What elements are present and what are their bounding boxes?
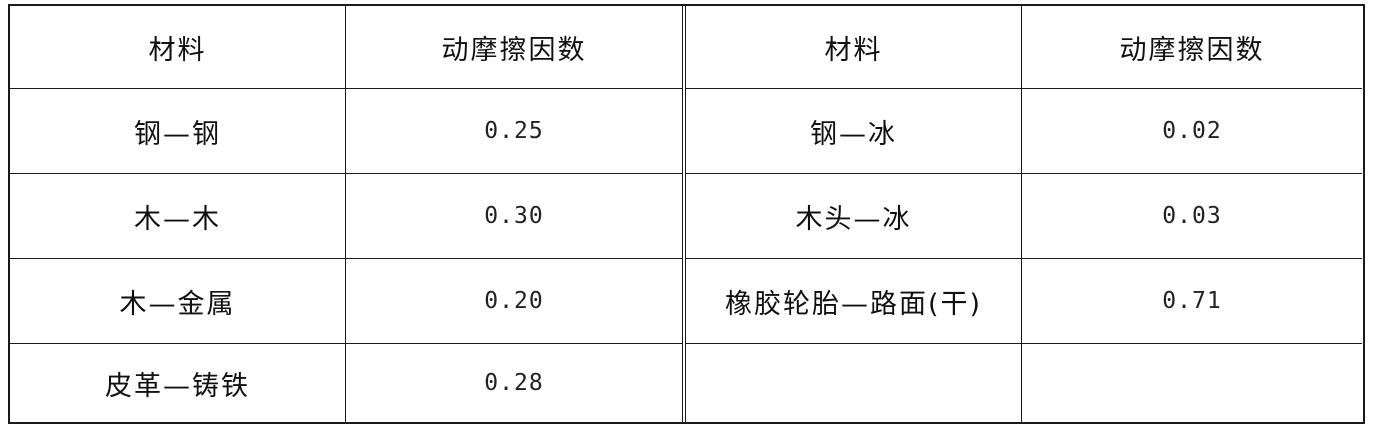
- table-cell-material: 木—金属: [10, 259, 346, 344]
- table-cell-coefficient: 0.71: [1022, 259, 1362, 344]
- table-cell-material: 钢—钢: [10, 89, 346, 174]
- table-cell-material: 钢—冰: [686, 89, 1022, 174]
- table-cell-coefficient: 0.20: [346, 259, 683, 344]
- header-coefficient-left: 动摩擦因数: [346, 6, 683, 89]
- table-cell-coefficient: 0.02: [1022, 89, 1362, 174]
- table-cell-material: 皮革—铸铁: [10, 344, 346, 422]
- table-cell-material: 木头—冰: [686, 174, 1022, 259]
- table-cell-material: [686, 344, 1022, 422]
- table-cell-material: 橡胶轮胎—路面(干): [686, 259, 1022, 344]
- table-cell-coefficient: 0.03: [1022, 174, 1362, 259]
- table-cell-material: 木—木: [10, 174, 346, 259]
- table-cell-coefficient: 0.28: [346, 344, 683, 422]
- header-material-right: 材料: [686, 6, 1022, 89]
- table-cell-coefficient: 0.25: [346, 89, 683, 174]
- friction-coefficient-table: 材料 动摩擦因数 材料 动摩擦因数 钢—钢 0.25 钢—冰 0.02 木—木 …: [8, 4, 1365, 424]
- table-cell-coefficient: 0.30: [346, 174, 683, 259]
- header-material-left: 材料: [10, 6, 346, 89]
- table-cell-coefficient: [1022, 344, 1362, 422]
- header-coefficient-right: 动摩擦因数: [1022, 6, 1362, 89]
